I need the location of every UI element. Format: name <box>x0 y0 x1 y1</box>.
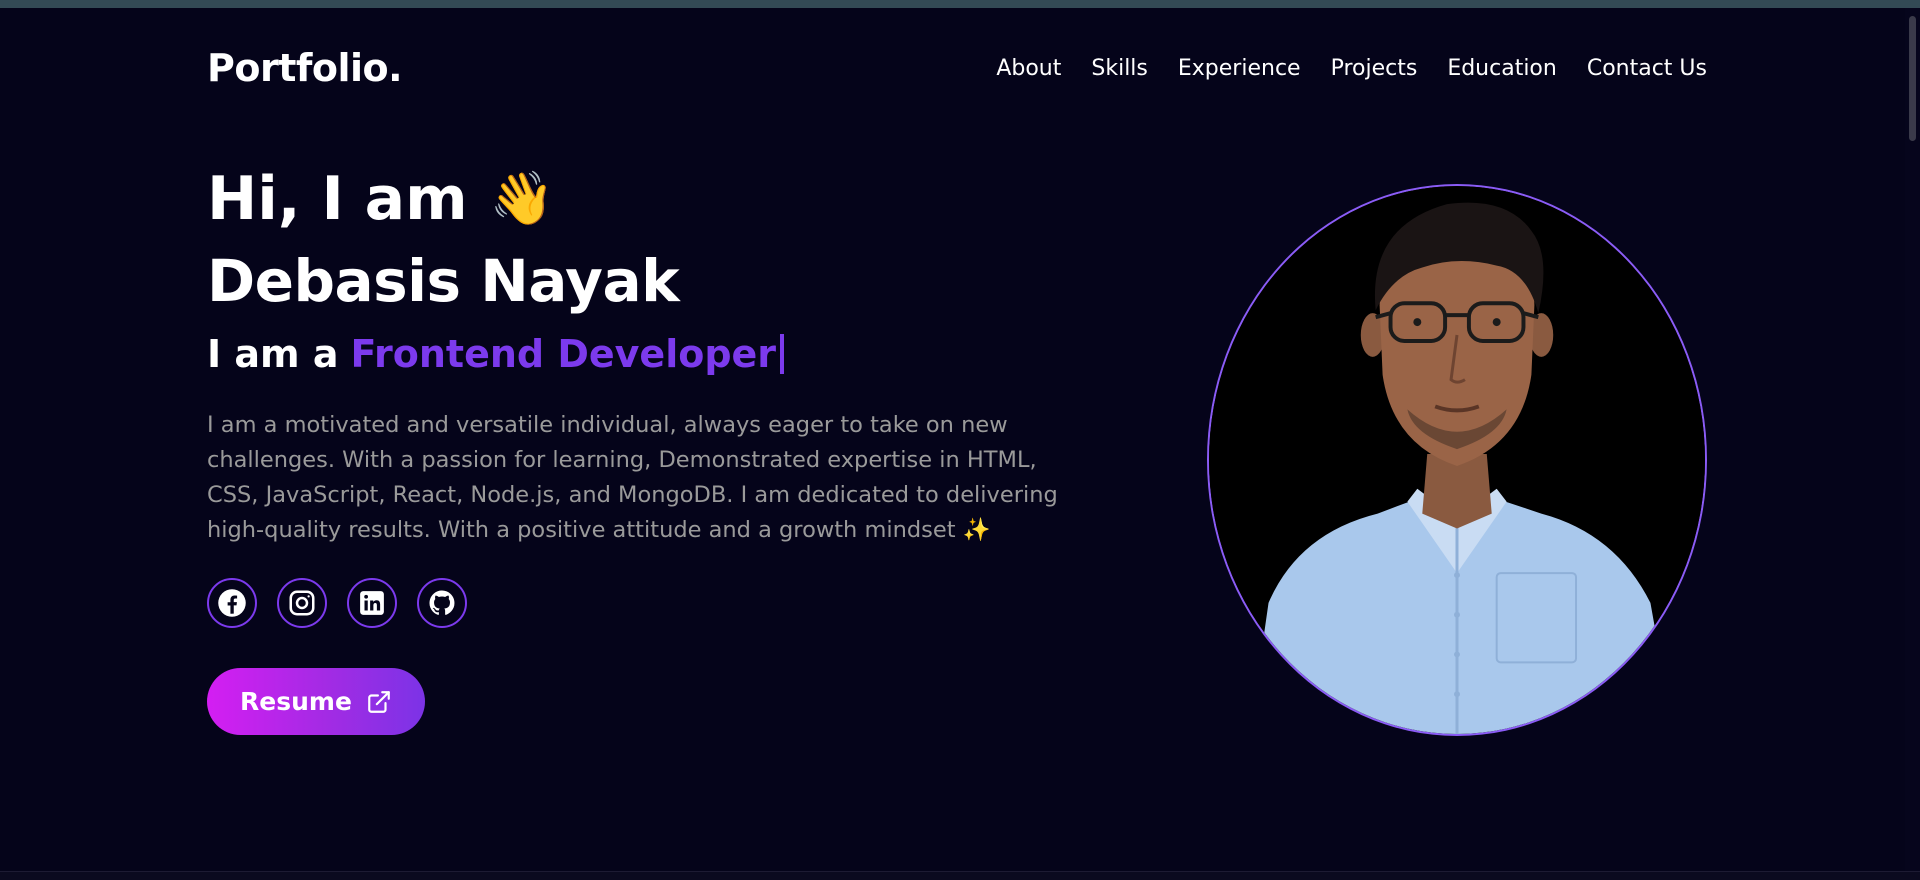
resume-label: Resume <box>240 687 352 716</box>
role-line: I am a Frontend Developer <box>207 326 1097 382</box>
role-prefix: I am a <box>207 332 339 376</box>
facebook-link[interactable] <box>207 578 257 628</box>
external-link-icon <box>368 690 390 713</box>
nav-projects[interactable]: Projects <box>1331 56 1418 81</box>
nav-about[interactable]: About <box>996 56 1061 81</box>
browser-top-bar <box>0 0 1920 8</box>
instagram-link[interactable] <box>277 578 327 628</box>
nav-skills[interactable]: Skills <box>1091 56 1148 81</box>
greeting: Hi, I am 👋 <box>207 158 1097 240</box>
nav-experience[interactable]: Experience <box>1178 56 1301 81</box>
bio-paragraph: I am a motivated and versatile individua… <box>207 412 1058 543</box>
linkedin-icon <box>360 591 384 615</box>
page-scrollbar[interactable] <box>1905 8 1920 872</box>
hero-name: Debasis Nayak <box>207 247 680 315</box>
linkedin-link[interactable] <box>347 578 397 628</box>
waving-hand-icon: 👋 <box>489 169 555 229</box>
profile-photo <box>1207 184 1707 736</box>
facebook-icon <box>218 589 246 617</box>
nav-links: About Skills Experience Projects Educati… <box>996 56 1707 81</box>
greeting-text: Hi, I am <box>207 164 468 234</box>
person-portrait-illustration <box>1209 186 1705 734</box>
instagram-icon <box>289 590 315 616</box>
next-section-edge <box>0 871 1920 880</box>
scrollbar-thumb[interactable] <box>1909 16 1916 141</box>
logo[interactable]: Portfolio. <box>207 46 403 90</box>
hero-text: Hi, I am 👋 Debasis Nayak I am a Frontend… <box>207 158 1097 735</box>
role-typed-text: Frontend Developer <box>350 332 777 376</box>
nav-contact-us[interactable]: Contact Us <box>1587 56 1707 81</box>
typing-cursor <box>780 334 785 374</box>
github-link[interactable] <box>417 578 467 628</box>
social-links <box>207 578 1097 628</box>
resume-button[interactable]: Resume <box>207 668 425 735</box>
github-icon <box>429 590 455 615</box>
nav-education[interactable]: Education <box>1447 56 1557 81</box>
portfolio-page: Portfolio. About Skills Experience Proje… <box>0 8 1905 872</box>
navbar: Portfolio. About Skills Experience Proje… <box>207 38 1707 98</box>
